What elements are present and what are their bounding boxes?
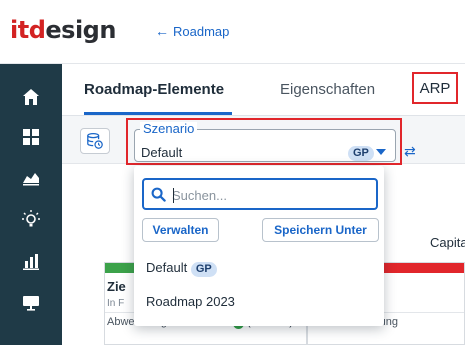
home-icon[interactable] <box>19 86 43 108</box>
scenario-search-input[interactable] <box>172 185 372 205</box>
top-bar: itdesign ← Roadmap <box>0 0 465 64</box>
chevron-down-icon[interactable] <box>376 149 386 155</box>
scenario-option-roadmap-2023[interactable]: Roadmap 2023 <box>146 294 235 310</box>
tab-arp[interactable]: ARP <box>412 72 458 104</box>
tab-arp-label: ARP <box>419 79 451 97</box>
text-cursor <box>173 188 174 203</box>
card-subtitle: In F <box>107 298 125 309</box>
scenario-option-default[interactable]: Default GP <box>146 260 217 277</box>
column-header-capital: Capital <box>430 235 465 250</box>
option-label: Default <box>146 260 188 275</box>
itdesign-logo[interactable]: itdesign <box>10 16 116 44</box>
save-as-button[interactable]: Speichern Unter <box>262 218 379 242</box>
logo-part1: itd <box>10 16 46 44</box>
database-sync-icon <box>87 132 103 149</box>
tab-eigenschaften[interactable]: Eigenschaften <box>280 80 375 100</box>
bar-chart-icon[interactable] <box>19 250 43 272</box>
back-link-label: Roadmap <box>173 24 230 39</box>
active-tab-indicator <box>84 112 232 115</box>
search-icon <box>151 187 166 202</box>
scenario-value: Default <box>141 145 183 160</box>
scenario-legend: Szenario <box>140 122 198 136</box>
lightbulb-icon[interactable] <box>19 208 43 230</box>
tab-bar: Roadmap-Elemente Eigenschaften ARP <box>62 64 465 116</box>
scenario-search-box[interactable] <box>142 178 378 210</box>
option-gp-badge: GP <box>190 262 217 277</box>
card-title: Zie <box>107 279 126 294</box>
logo-part2: esign <box>45 16 116 44</box>
database-sync-button[interactable] <box>80 128 110 154</box>
option-label: Roadmap 2023 <box>146 294 235 309</box>
back-arrow-icon: ← <box>155 23 169 39</box>
scenario-dropdown: Verwalten Speichern Unter Default GP Roa… <box>134 166 384 326</box>
monitor-icon[interactable] <box>19 292 43 314</box>
scenario-gp-badge: GP <box>348 146 374 161</box>
manage-button[interactable]: Verwalten <box>142 218 219 242</box>
swap-icon[interactable]: ⇄ <box>404 143 416 160</box>
back-to-roadmap-link[interactable]: ← Roadmap <box>155 22 229 41</box>
area-chart-icon[interactable] <box>19 166 43 188</box>
grid-icon[interactable] <box>19 126 43 148</box>
tab-roadmap-elemente[interactable]: Roadmap-Elemente <box>84 80 224 100</box>
sidebar <box>0 64 62 345</box>
